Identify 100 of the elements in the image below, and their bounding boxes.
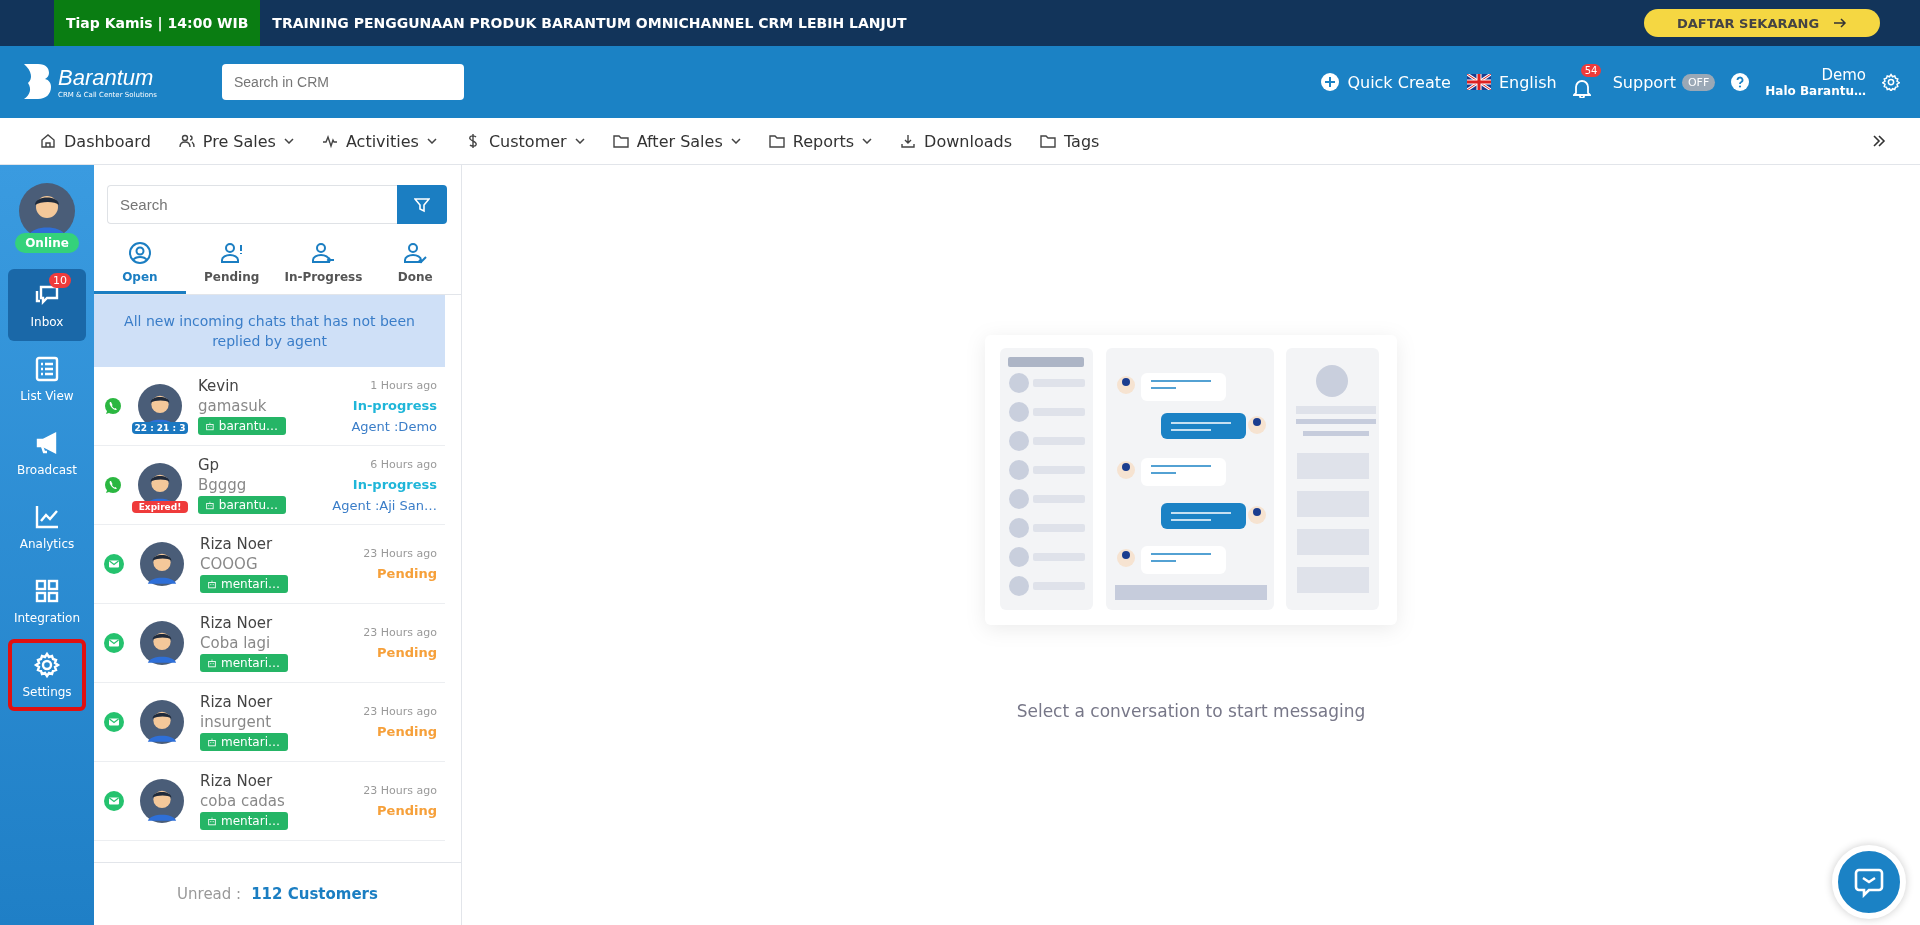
robot-icon: [206, 499, 214, 511]
user-name: Demo: [1821, 66, 1866, 84]
help-icon[interactable]: [1731, 73, 1750, 91]
last-message: insurgent: [200, 713, 272, 731]
contact-name: Gp: [198, 456, 220, 474]
company-name: Halo Barantu…: [1765, 84, 1866, 98]
unread-count: 112 Customers: [251, 885, 378, 903]
status-tab[interactable]: Done: [369, 234, 461, 294]
nav-icon: [612, 133, 629, 149]
last-message: coba cadas: [200, 792, 285, 810]
avatar-icon: [140, 542, 184, 586]
contact-name: Riza Noer: [200, 535, 273, 553]
caret-icon: [574, 138, 585, 144]
bot-tag: mentari…: [200, 812, 288, 830]
timestamp: 23 Hours ago: [363, 784, 437, 797]
caret-icon: [426, 138, 437, 144]
chat-list-item[interactable]: Riza Noer coba cadas mentari… 23 Hours ago Pending: [94, 762, 445, 841]
nav-icon: [900, 133, 917, 149]
logo-icon: [22, 62, 52, 102]
sidebar-item[interactable]: Integration: [8, 565, 86, 637]
unread-label: Unread :: [177, 885, 242, 903]
robot-icon: [208, 578, 216, 590]
schedule-label: Tiap Kamis | 14:00 WIB: [54, 0, 261, 46]
timestamp: 23 Hours ago: [363, 547, 437, 560]
language-button[interactable]: English: [1466, 72, 1557, 92]
timer-badge: Expired!: [132, 501, 188, 513]
quick-create-button[interactable]: Quick Create: [1321, 72, 1451, 92]
chat-list-item[interactable]: Riza Noer Coba lagi mentari… 23 Hours ago Pending: [94, 604, 445, 683]
timestamp: 1 Hours ago: [370, 378, 437, 392]
last-message: Bgggg: [198, 476, 247, 494]
chat-status: Pending: [377, 566, 437, 581]
email-icon: [104, 633, 124, 653]
sidebar-icon: [33, 355, 61, 383]
nav-menu-item[interactable]: Tags: [1040, 131, 1100, 151]
settings-icon[interactable]: [1882, 73, 1900, 91]
last-message: COOOG: [200, 555, 258, 573]
nav-icon: [1040, 133, 1056, 149]
arrow-icon: [1833, 17, 1848, 29]
last-message: gamasuk: [198, 397, 267, 415]
person-icon: [219, 241, 244, 264]
avatar-icon: [140, 779, 184, 823]
nav-menu-item[interactable]: Pre Sales: [178, 131, 294, 151]
nav-menu-item[interactable]: Activities: [321, 131, 437, 151]
banner-title: TRAINING PENGGUNAAN PRODUK BARANTUM OMNICHANNEL CRM LEBIH LANJUT: [272, 15, 908, 31]
sidebar-item[interactable]: 10 Inbox: [8, 269, 86, 341]
chat-status: Pending: [377, 724, 437, 739]
nav-menu-item[interactable]: Dashboard: [40, 131, 151, 151]
double-chevron-icon[interactable]: [1872, 135, 1886, 147]
bot-tag: mentari…: [200, 733, 288, 751]
sidebar-icon: [33, 503, 61, 531]
flag-icon: [1466, 74, 1491, 90]
chat-status: In-progress: [352, 397, 437, 413]
chat-list-item[interactable]: 22 : 21 : 3 Kevin gamasuk barantu… 1 Hours ago In-progress Agent :Demo: [94, 367, 445, 446]
search-field[interactable]: Search in CRM: [222, 64, 464, 100]
bot-tag: mentari…: [200, 654, 288, 672]
nav-menu-item[interactable]: Reports: [768, 131, 873, 151]
whatsapp-icon: [104, 476, 122, 494]
avatar-icon: [140, 700, 184, 744]
nav-menu-item[interactable]: After Sales: [612, 131, 741, 151]
filter-button[interactable]: [397, 185, 447, 224]
nav-menu-item[interactable]: Customer: [464, 131, 585, 151]
sidebar-icon: [33, 577, 61, 605]
contact-name: Kevin: [198, 377, 239, 395]
status-tab[interactable]: Pending: [185, 234, 278, 294]
nav-menu-item[interactable]: Downloads: [900, 131, 1012, 151]
notification-count: 54: [1580, 64, 1602, 77]
contact-name: Riza Noer: [200, 614, 273, 632]
status-tab[interactable]: In-Progress: [277, 234, 370, 294]
search-field[interactable]: Search: [107, 185, 397, 224]
nav-icon: [768, 133, 785, 149]
caret-icon: [283, 138, 294, 144]
contact-name: Riza Noer: [200, 693, 273, 711]
nav-icon: [321, 133, 338, 149]
sidebar-icon: [33, 651, 61, 679]
person-icon: [311, 241, 336, 264]
filter-icon: [414, 196, 430, 213]
chat-status: In-progress: [352, 476, 437, 492]
chat-list-item[interactable]: Riza Noer insurgent mentari… 23 Hours ago Pending: [94, 683, 445, 762]
nav-icon: [40, 133, 56, 149]
caret-icon: [862, 138, 873, 144]
sidebar-item[interactable]: Settings: [8, 639, 86, 711]
robot-icon: [206, 420, 214, 432]
agent-name: Agent :Aji San…: [332, 497, 437, 513]
chat-list-item[interactable]: Riza Noer COOOG mentari… 23 Hours ago Pending: [94, 525, 445, 604]
empty-state-message: Select a conversation to start messaging: [1016, 701, 1366, 721]
sidebar-item[interactable]: Analytics: [8, 491, 86, 563]
robot-icon: [208, 736, 216, 748]
person-icon: [403, 241, 428, 264]
chat-status: Pending: [377, 645, 437, 660]
last-message: Coba lagi: [200, 634, 271, 652]
robot-icon: [208, 815, 216, 827]
register-button[interactable]: DAFTAR SEKARANG: [1644, 9, 1880, 37]
chat-list-item[interactable]: Expired! Gp Bgggg barantu… 6 Hours ago In-progress Agent :Aji San…: [94, 446, 445, 525]
email-icon: [104, 554, 124, 574]
caret-icon: [730, 138, 741, 144]
unread-count: 10: [49, 273, 71, 288]
support-label: Support: [1612, 72, 1676, 92]
chat-status: Pending: [377, 803, 437, 818]
bot-tag: mentari…: [200, 575, 288, 593]
bell-icon: [1572, 78, 1591, 98]
